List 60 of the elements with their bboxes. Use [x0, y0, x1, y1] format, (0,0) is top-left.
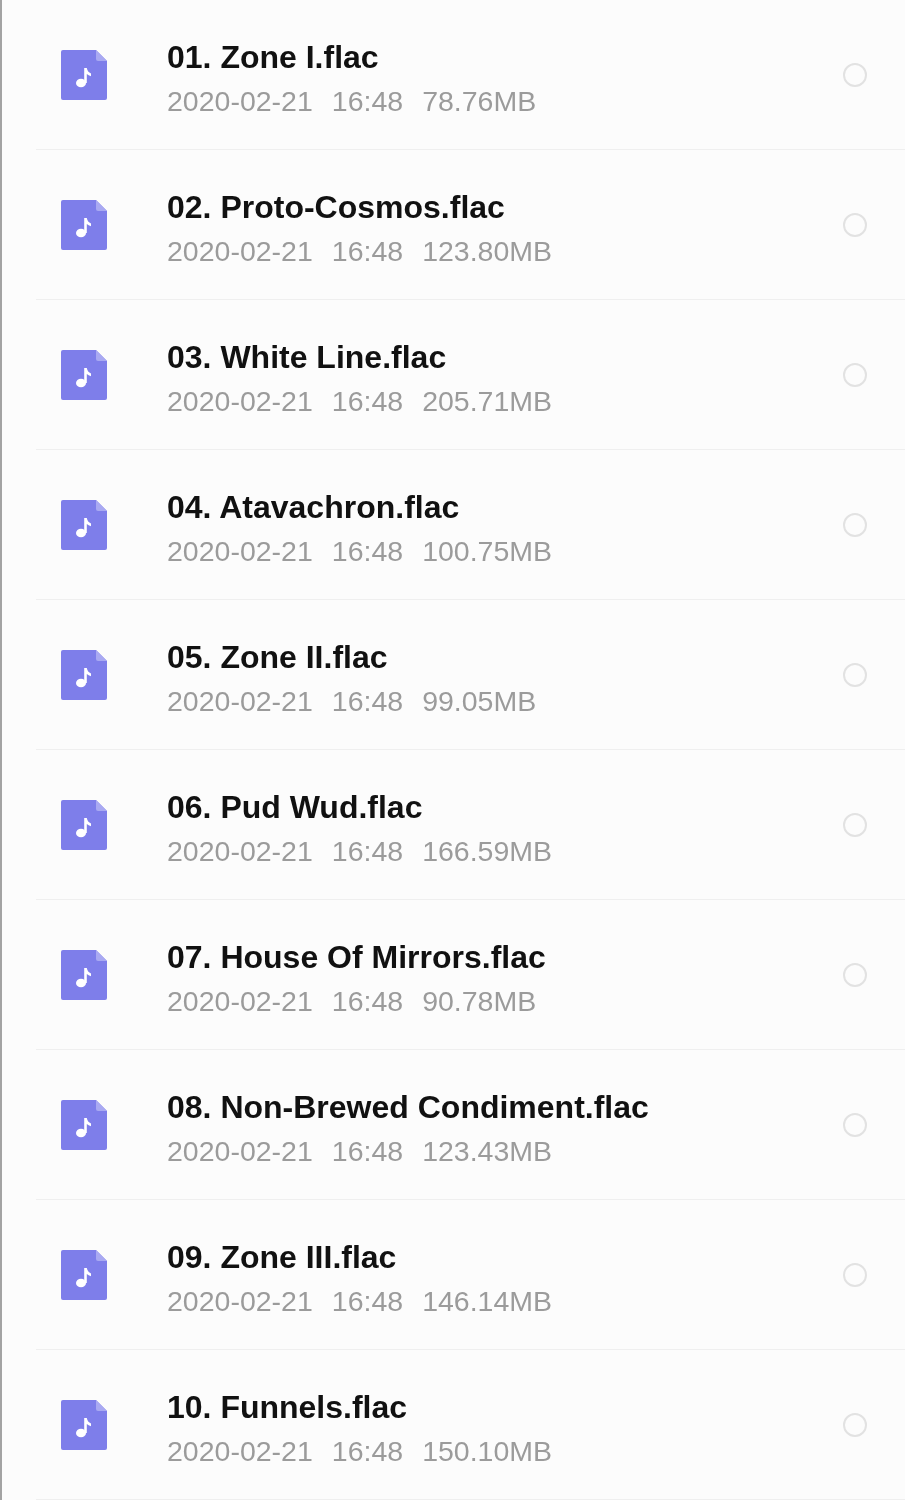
file-size: 100.75MB	[422, 533, 553, 569]
select-radio[interactable]	[843, 1262, 867, 1287]
file-name: 10. Funnels.flac	[167, 1387, 408, 1426]
file-date: 2020-02-21	[167, 683, 313, 719]
music-file-icon	[61, 1399, 107, 1450]
file-size: 205.71MB	[422, 383, 553, 419]
file-date: 2020-02-21	[167, 83, 313, 119]
file-time: 16:48	[331, 383, 404, 419]
select-radio[interactable]	[843, 512, 867, 537]
select-radio[interactable]	[843, 962, 867, 987]
music-file-icon	[61, 649, 107, 700]
file-size: 99.05MB	[422, 683, 537, 719]
file-name: 05. Zone II.flac	[167, 637, 388, 676]
file-date: 2020-02-21	[167, 1433, 313, 1469]
file-name: 03. White Line.flac	[167, 337, 447, 376]
file-time: 16:48	[331, 1433, 404, 1469]
select-radio[interactable]	[843, 1112, 867, 1137]
file-date: 2020-02-21	[167, 1133, 313, 1169]
file-time: 16:48	[331, 833, 404, 869]
file-name: 09. Zone III.flac	[167, 1237, 397, 1276]
file-time: 16:48	[331, 83, 404, 119]
file-time: 16:48	[331, 983, 404, 1019]
file-time: 16:48	[331, 1283, 404, 1319]
file-name: 01. Zone I.flac	[167, 37, 379, 76]
file-date: 2020-02-21	[167, 1283, 313, 1319]
music-file-icon	[61, 49, 107, 100]
music-file-icon	[61, 349, 107, 400]
file-time: 16:48	[331, 233, 404, 269]
file-name: 02. Proto-Cosmos.flac	[167, 187, 505, 226]
file-size: 166.59MB	[422, 833, 553, 869]
select-radio[interactable]	[843, 62, 867, 87]
select-radio[interactable]	[843, 212, 867, 237]
file-date: 2020-02-21	[167, 383, 313, 419]
file-date: 2020-02-21	[167, 983, 313, 1019]
file-name: 08. Non-Brewed Condiment.flac	[167, 1087, 649, 1126]
file-time: 16:48	[331, 1133, 404, 1169]
select-radio[interactable]	[843, 662, 867, 687]
music-file-icon	[61, 499, 107, 550]
select-radio[interactable]	[843, 362, 867, 387]
music-file-icon	[61, 199, 107, 250]
file-date: 2020-02-21	[167, 233, 313, 269]
select-radio[interactable]	[843, 812, 867, 837]
music-file-icon	[61, 1099, 107, 1150]
file-date: 2020-02-21	[167, 533, 313, 569]
file-date: 2020-02-21	[167, 833, 313, 869]
file-name: 07. House Of Mirrors.flac	[167, 937, 546, 976]
file-size: 123.43MB	[422, 1133, 553, 1169]
file-size: 150.10MB	[422, 1433, 553, 1469]
file-name: 06. Pud Wud.flac	[167, 787, 423, 826]
music-file-icon	[61, 1249, 107, 1300]
file-size: 123.80MB	[422, 233, 553, 269]
file-time: 16:48	[331, 533, 404, 569]
music-file-icon	[61, 949, 107, 1000]
file-time: 16:48	[331, 683, 404, 719]
file-size: 146.14MB	[422, 1283, 553, 1319]
select-radio[interactable]	[843, 1412, 867, 1437]
file-name: 04. Atavachron.flac	[167, 487, 460, 526]
file-size: 78.76MB	[422, 83, 537, 119]
file-size: 90.78MB	[422, 983, 537, 1019]
music-file-icon	[61, 799, 107, 850]
